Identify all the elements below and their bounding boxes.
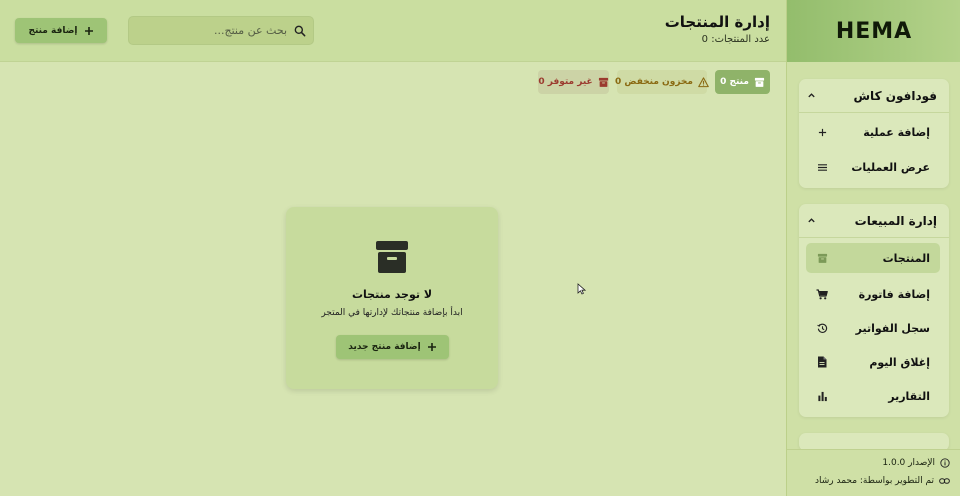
developer-credit: تم التطوير بواسطة: محمد رشاد [815,476,950,486]
add-product-label: إضافة منتج [28,25,78,36]
developer-label: تم التطوير بواسطة: محمد رشاد [814,476,934,486]
brand-logo: HEMA [787,0,960,62]
search-input[interactable] [137,17,287,44]
add-new-product-label: إضافة منتج جديد [348,342,421,352]
archive-box-icon [375,240,409,274]
page-title: إدارة المنتجات [664,13,770,31]
version-info: الإصدار 1.0.0 [882,458,950,468]
search-box[interactable] [128,16,314,45]
section-title: فودافون كاش [853,88,938,103]
sidebar-item-label: إضافة فاتورة [858,287,930,301]
chevron-up-icon [807,91,816,100]
empty-state-title: لا توجد منتجات [351,288,433,301]
history-icon [816,322,828,334]
sidebar-item-add-transaction[interactable]: إضافة عملية [806,117,940,147]
mouse-cursor-icon [577,283,586,295]
bar-chart-icon [816,390,828,402]
product-count: عدد المنتجات: 0 [701,34,770,45]
sidebar-item-label: التقارير [888,389,930,403]
version-label: الإصدار 1.0.0 [882,458,935,468]
sidebar-item-reports[interactable]: التقارير [806,381,940,411]
plus-icon [84,26,94,36]
sidebar-item-label: إضافة عملية [863,125,930,139]
warning-icon [698,76,709,88]
archive-box-icon [598,77,609,88]
cart-icon [816,288,828,300]
chevron-up-icon [807,216,816,225]
search-icon [293,24,307,38]
plus-icon [816,126,828,138]
sidebar-item-close-day[interactable]: إغلاق اليوم [806,347,940,377]
sidebar-item-label: إغلاق اليوم [869,355,930,369]
section-header-sales[interactable]: إدارة المبيعات [799,204,949,238]
section-title: إدارة المبيعات [854,213,937,228]
sidebar-item-add-invoice[interactable]: إضافة فاتورة [806,279,940,309]
archive-box-icon [816,252,828,264]
section-header-vodafone-cash[interactable]: فودافون كاش [799,79,949,113]
info-icon [940,458,950,468]
sidebar-section-vodafone-cash: فودافون كاش إضافة عملية عرض العمليات [799,79,949,188]
filter-out-of-stock[interactable]: 0 غير متوفر [538,70,609,94]
document-icon [816,356,828,368]
add-product-button[interactable]: إضافة منتج [15,18,107,43]
filter-all-products[interactable]: 0 منتج [715,70,770,94]
sidebar-section-sales: إدارة المبيعات المنتجات إضافة فاتورة سجل… [799,204,949,417]
filter-low-stock-label: 0 مخزون منخفض [615,77,693,87]
filter-out-of-stock-label: 0 غير متوفر [538,77,593,87]
add-new-product-button[interactable]: إضافة منتج جديد [336,335,449,359]
link-icon [939,477,950,485]
filter-all-label: 0 منتج [720,77,749,87]
sidebar-item-label: المنتجات [882,251,930,265]
sidebar-item-view-transactions[interactable]: عرض العمليات [806,152,940,182]
sidebar-item-label: عرض العمليات [851,160,930,174]
archive-box-icon [754,77,765,88]
sidebar: HEMA فودافون كاش إضافة عملية عرض العمليا… [786,0,960,496]
sidebar-footer: الإصدار 1.0.0 تم التطوير بواسطة: محمد رش… [787,449,960,496]
sidebar-item-products[interactable]: المنتجات [806,243,940,273]
top-header: إدارة المنتجات عدد المنتجات: 0 إضافة منت… [0,0,786,62]
sidebar-item-invoice-history[interactable]: سجل الفواتير [806,313,940,343]
empty-state-card: لا توجد منتجات ابدأ بإضافة منتجاتك لإدار… [286,207,498,389]
empty-state-subtitle: ابدأ بإضافة منتجاتك لإدارتها في المتجر [321,308,463,318]
sidebar-item-label: سجل الفواتير [855,321,930,335]
plus-icon [427,342,437,352]
list-icon [816,161,828,173]
filter-low-stock[interactable]: 0 مخزون منخفض [615,70,709,94]
